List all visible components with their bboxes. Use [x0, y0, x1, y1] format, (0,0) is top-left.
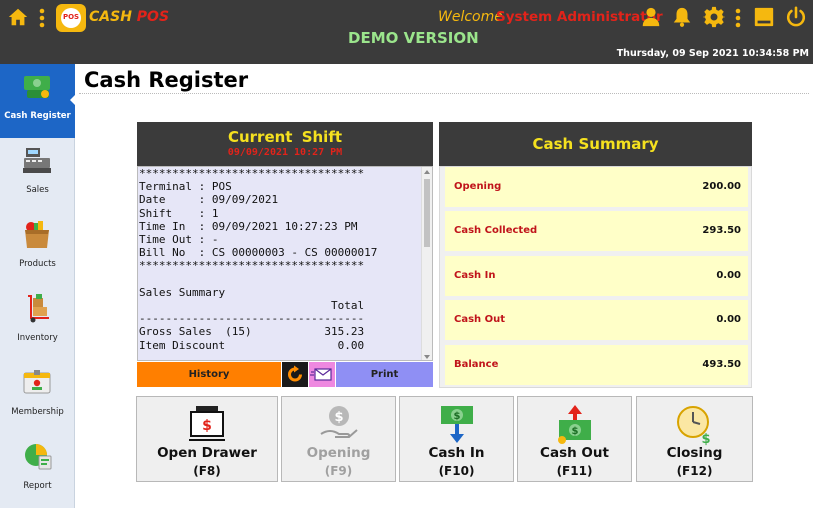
- minimize-icon[interactable]: [753, 6, 775, 28]
- header-datetime: Thursday, 09 Sep 2021 10:34:58 PM: [616, 48, 809, 59]
- user-name: System Administrator: [496, 9, 663, 25]
- svg-text:$: $: [701, 432, 710, 446]
- brand-cash: CASH: [89, 9, 132, 25]
- page-title: Cash Register: [84, 68, 249, 92]
- cash-register-icon: [24, 76, 50, 98]
- closing-button[interactable]: $ Closing (F12): [636, 396, 753, 482]
- sidebar-item-label: Products: [19, 259, 56, 269]
- summary-value: 200.00: [702, 181, 741, 192]
- summary-value: 0.00: [716, 314, 741, 325]
- bell-icon[interactable]: [671, 6, 693, 28]
- summary-label: Opening: [454, 181, 502, 192]
- sidebar-item-inventory[interactable]: Inventory: [0, 286, 75, 360]
- open-drawer-button[interactable]: $ Open Drawer (F8): [136, 396, 278, 482]
- action-label: Cash In: [428, 445, 485, 461]
- gear-icon[interactable]: [703, 6, 725, 28]
- refresh-icon: [288, 365, 302, 382]
- grocery-bag-icon: [25, 221, 49, 248]
- menu-icon[interactable]: [735, 8, 741, 28]
- logo-text: POS: [62, 13, 80, 21]
- receipt-scrollbar[interactable]: [421, 167, 432, 360]
- scroll-up-icon[interactable]: [424, 170, 430, 174]
- history-button[interactable]: History: [137, 362, 281, 387]
- print-button[interactable]: Print: [336, 362, 433, 387]
- summary-value: 293.50: [702, 225, 741, 236]
- summary-label: Cash Out: [454, 314, 506, 325]
- current-shift-datetime: 09/09/2021 10:27 PM: [227, 147, 343, 158]
- shift-receipt[interactable]: ********************************** Termi…: [137, 166, 433, 361]
- summary-row-opening: Opening 200.00: [445, 167, 748, 207]
- scroll-down-icon[interactable]: [424, 355, 430, 359]
- email-button[interactable]: [309, 362, 335, 387]
- summary-row-balance: Balance 493.50: [445, 345, 748, 385]
- drawer-icon: $: [189, 406, 225, 441]
- title-divider: [79, 93, 809, 94]
- top-bar: POS CASH POS Welcome System Administrato…: [0, 0, 813, 64]
- summary-row-cash-collected: Cash Collected 293.50: [445, 211, 748, 251]
- refresh-button[interactable]: [282, 362, 308, 387]
- sidebar-item-report[interactable]: Report: [0, 434, 75, 508]
- menu-icon[interactable]: [39, 8, 45, 28]
- opening-button[interactable]: $ Opening (F9): [281, 396, 396, 482]
- action-shortcut: (F12): [676, 464, 713, 478]
- svg-text:$: $: [334, 410, 343, 425]
- cash-out-icon: $: [557, 405, 591, 444]
- brand-pos: POS: [136, 9, 170, 25]
- clock-money-icon: $: [676, 406, 710, 446]
- sidebar: Cash Register Sales Products Inventory M…: [0, 64, 76, 508]
- summary-row-cash-out: Cash Out 0.00: [445, 300, 748, 340]
- action-label: Closing: [666, 445, 723, 461]
- summary-label: Cash In: [454, 270, 496, 281]
- action-label: Cash Out: [540, 445, 609, 461]
- report-icon: [25, 444, 52, 470]
- home-icon[interactable]: [7, 6, 29, 28]
- summary-value: 0.00: [716, 270, 741, 281]
- action-shortcut: (F9): [324, 464, 353, 478]
- svg-text:$: $: [202, 418, 212, 434]
- app-brand: CASH POS: [89, 9, 169, 25]
- active-indicator: [70, 94, 76, 106]
- scroll-thumb[interactable]: [424, 179, 430, 247]
- receipt-text: ********************************** Termi…: [139, 167, 378, 352]
- svg-text:$: $: [571, 426, 578, 437]
- hand-truck-icon: [28, 294, 49, 323]
- cash-summary-body: Opening 200.00 Cash Collected 293.50 Cas…: [439, 166, 752, 388]
- sidebar-item-membership[interactable]: Membership: [0, 360, 75, 434]
- cash-summary-title: Cash Summary: [532, 135, 659, 153]
- app-logo: POS: [56, 4, 86, 32]
- action-shortcut: (F11): [556, 464, 593, 478]
- sidebar-item-label: Report: [23, 481, 52, 491]
- current-shift-title: Current Shift: [227, 128, 343, 146]
- money-hand-icon: $: [319, 406, 358, 438]
- cash-machine-icon: [23, 148, 51, 173]
- action-shortcut: (F10): [438, 464, 475, 478]
- action-shortcut: (F8): [193, 464, 221, 478]
- id-card-icon: [23, 370, 51, 394]
- cash-summary-header: Cash Summary: [439, 122, 752, 166]
- summary-value: 493.50: [702, 359, 741, 370]
- sidebar-item-products[interactable]: Products: [0, 212, 75, 286]
- cash-in-button[interactable]: $ Cash In (F10): [399, 396, 514, 482]
- email-icon: [310, 368, 332, 381]
- sidebar-item-label: Cash Register: [4, 111, 71, 121]
- sidebar-item-label: Sales: [26, 185, 49, 195]
- svg-text:$: $: [453, 411, 460, 422]
- user-icon[interactable]: [640, 6, 662, 28]
- action-label: Open Drawer: [157, 445, 257, 461]
- sidebar-item-sales[interactable]: Sales: [0, 138, 75, 212]
- welcome-text: Welcome: [438, 9, 503, 25]
- summary-label: Cash Collected: [454, 225, 538, 236]
- sidebar-item-label: Inventory: [17, 333, 58, 343]
- action-label: Opening: [306, 445, 371, 461]
- current-shift-header: Current Shift 09/09/2021 10:27 PM: [137, 122, 433, 166]
- power-icon[interactable]: [785, 6, 807, 28]
- sidebar-item-label: Membership: [11, 407, 64, 417]
- summary-label: Balance: [454, 359, 499, 370]
- demo-version-label: DEMO VERSION: [348, 29, 479, 47]
- summary-row-cash-in: Cash In 0.00: [445, 256, 748, 296]
- cash-out-button[interactable]: $ Cash Out (F11): [517, 396, 632, 482]
- cash-in-icon: $: [440, 406, 473, 443]
- sidebar-item-cash-register[interactable]: Cash Register: [0, 64, 76, 138]
